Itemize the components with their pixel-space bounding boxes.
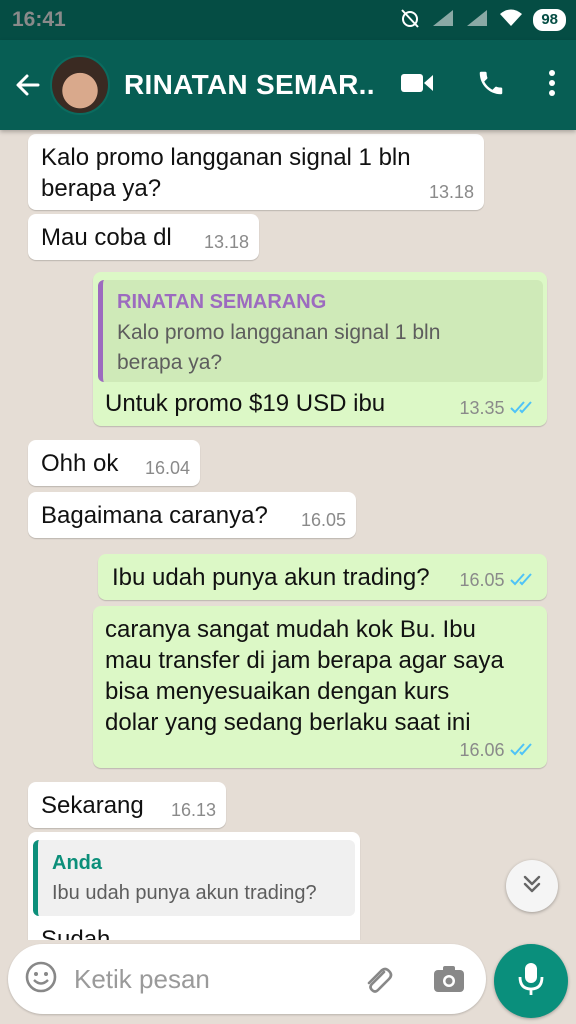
message-text: Untuk promo $19 USD ibu: [105, 390, 386, 417]
quoted-sender: RINATAN SEMARANG: [117, 291, 327, 313]
message-text-line: caranya sangat mudah kok Bu. Ibu: [105, 616, 476, 643]
wifi-icon: [499, 8, 523, 33]
message-text-line: bisa menyesuaikan dengan kurs: [105, 678, 450, 705]
message-time: 16.05: [459, 570, 505, 590]
message-text: Sudah: [41, 926, 111, 940]
signal-icon-2: [465, 8, 489, 33]
quoted-text-line: Kalo promo langganan signal 1 bln: [117, 321, 441, 344]
battery-indicator: 98: [533, 9, 566, 31]
quoted-message[interactable]: RINATAN SEMARANG Kalo promo langganan si…: [98, 280, 543, 382]
incoming-message[interactable]: Kalo promo langganan signal 1 bln berapa…: [28, 134, 484, 210]
message-time: 16.04: [144, 458, 190, 478]
message-text-line: dolar yang sedang berlaku saat ini: [105, 709, 471, 736]
signal-icon: [431, 8, 455, 33]
message-composer[interactable]: Ketik pesan: [8, 944, 486, 1014]
outgoing-message[interactable]: caranya sangat mudah kok Bu. Ibu mau tra…: [93, 606, 547, 768]
microphone-icon: [517, 961, 545, 1002]
quoted-sender: Anda: [52, 852, 102, 874]
incoming-message[interactable]: Bagaimana caranya? 16.05: [28, 492, 356, 538]
message-text: Bagaimana caranya?: [41, 502, 268, 529]
emoji-icon[interactable]: [24, 960, 58, 999]
phone-call-icon[interactable]: [476, 68, 506, 103]
camera-icon[interactable]: [432, 962, 466, 1001]
message-text: Ohh ok: [41, 450, 119, 477]
incoming-message[interactable]: Sekarang 16.13: [28, 782, 226, 828]
outgoing-message[interactable]: Ibu udah punya akun trading? 16.05: [98, 554, 547, 600]
more-options-icon[interactable]: [548, 68, 556, 103]
status-time: 16:41: [12, 8, 66, 31]
status-bar: 16:41 98: [0, 0, 576, 40]
message-text-line: Kalo promo langganan signal 1 bln: [41, 144, 411, 171]
voice-record-button[interactable]: [494, 944, 568, 1018]
read-receipt-icon: [509, 571, 537, 592]
quoted-text: Ibu udah punya akun trading?: [52, 882, 317, 904]
message-text-line: berapa ya?: [41, 175, 162, 202]
message-time: 16.13: [170, 800, 216, 820]
message-text: Ibu udah punya akun trading?: [112, 564, 430, 591]
chat-header: RINATAN SEMAR...: [0, 40, 576, 130]
back-arrow-icon[interactable]: [8, 65, 48, 105]
read-receipt-icon: [509, 399, 537, 420]
message-text: Mau coba dl: [41, 224, 172, 251]
message-time: 13.18: [428, 182, 474, 202]
message-list[interactable]: Kalo promo langganan signal 1 bln berapa…: [0, 130, 576, 940]
message-time: 13.35: [459, 398, 505, 418]
quoted-text-line: berapa ya?: [117, 351, 223, 374]
scroll-to-bottom-button[interactable]: [506, 860, 558, 912]
attachment-icon[interactable]: [360, 962, 394, 1001]
quoted-message[interactable]: Anda Ibu udah punya akun trading?: [33, 840, 355, 916]
message-time: 16.06: [459, 740, 505, 760]
incoming-message[interactable]: Mau coba dl 13.18: [28, 214, 259, 260]
double-chevron-down-icon: [520, 872, 544, 901]
incoming-message[interactable]: Anda Ibu udah punya akun trading? Sudah: [28, 832, 360, 940]
contact-name[interactable]: RINATAN SEMAR...: [124, 69, 374, 101]
read-receipt-icon: [509, 741, 537, 762]
message-text-line: mau transfer di jam berapa agar saya: [105, 647, 504, 674]
outgoing-message[interactable]: RINATAN SEMARANG Kalo promo langganan si…: [93, 272, 547, 426]
message-input[interactable]: Ketik pesan: [74, 964, 210, 995]
message-time: 13.18: [203, 232, 249, 252]
video-call-icon[interactable]: [400, 71, 434, 100]
alarm-off-icon: [399, 7, 421, 34]
incoming-message[interactable]: Ohh ok 16.04: [28, 440, 200, 486]
message-time: 16.05: [300, 510, 346, 530]
message-text: Sekarang: [41, 792, 144, 819]
contact-avatar[interactable]: [50, 55, 110, 115]
